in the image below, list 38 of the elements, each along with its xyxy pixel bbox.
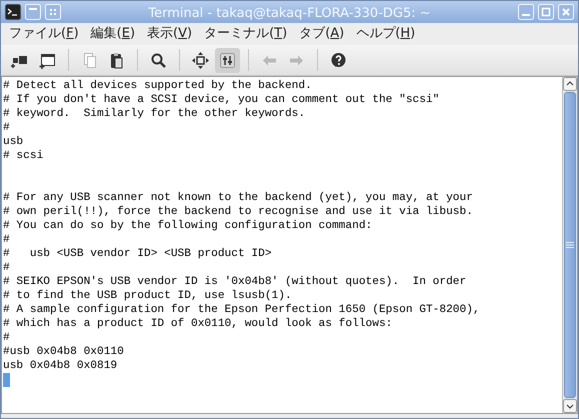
move-icon [191,50,210,70]
terminal-line: # A sample configuration for the Epson Perfection 1650 (Epson GT-8200), [3,304,480,316]
text-cursor [3,373,10,387]
terminal-line: # You can do so by the following configuration command: [3,220,372,232]
terminal-line: # usb <USB vendor ID> <USB product ID> [3,248,272,260]
terminal-line: # SEIKO EPSON's USB vendor ID is '0x04b8' (without quotes). In order [3,276,466,288]
terminal-line: # [3,234,10,246]
search-icon [149,50,168,70]
terminal-line: # to find the USB product ID, use lsusb(1). [3,290,292,302]
sliders-icon [218,50,237,70]
terminal-line: usb 0x04b8 0x0819 [3,360,118,372]
terminal-line: # scsi [3,150,44,162]
window-title: Terminal - takaq@takaq-FLORA-330-DG5: ~ [148,6,431,21]
terminal-line: # Detect all devices supported by the backend. [3,80,312,92]
scroll-thumb[interactable] [564,92,576,398]
help-icon [329,50,348,70]
grip-icon [566,242,574,248]
menu-item[interactable]: ファイル(F) [3,24,85,44]
scroll-up-icon[interactable] [563,77,577,91]
terminal-icon[interactable] [5,4,21,20]
terminal-line: # which has a product ID of 0x0110, would look as follows: [3,318,392,330]
menu-item[interactable]: 編集(E) [84,24,142,44]
terminal-line: #usb 0x04b8 0x0110 [3,346,124,358]
terminal-line: # If you don't have a SCSI device, you can comment out the "scsi" [3,94,440,106]
terminal-line: # own peril(!!), force the backend to recognise and use it via libusb. [3,206,473,218]
menu-item[interactable]: ヘルプ(H) [350,24,422,44]
terminal-line: # For any USB scanner not known to the backend (yet), you may, at your [3,192,473,204]
terminal-line: # [3,122,10,134]
scrollbar[interactable] [562,77,577,413]
terminal-line: # [3,262,10,274]
terminal-line: # [3,332,10,344]
terminal-line: usb [3,136,24,148]
menu-item[interactable]: タブ(A) [293,24,350,44]
menu-item[interactable]: ターミナル(T) [198,24,294,44]
menu-item[interactable]: 表示(V) [141,24,198,44]
terminal-line: # keyword. Similarly for the other keywords. [3,108,306,120]
toolbar-button[interactable] [215,48,240,72]
scroll-down-icon[interactable] [563,399,577,413]
